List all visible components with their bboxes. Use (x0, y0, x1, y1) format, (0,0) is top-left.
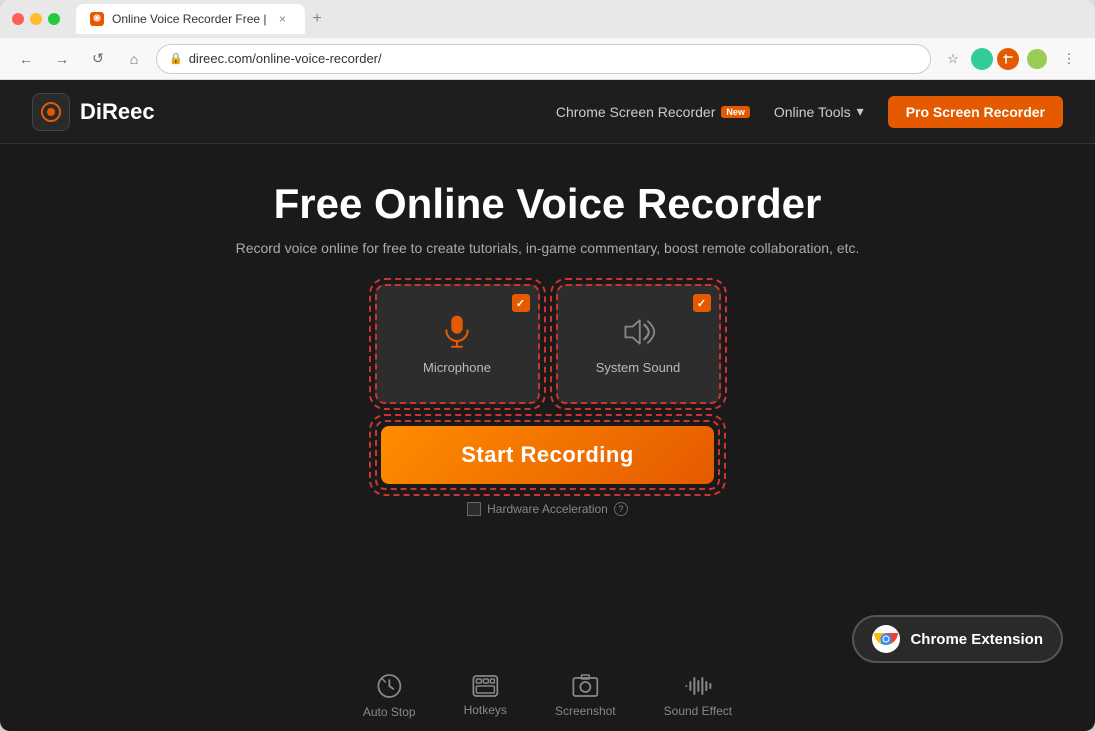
sound-effect-item[interactable]: Sound Effect (664, 674, 733, 718)
main-subtitle: Record voice online for free to create t… (236, 240, 860, 256)
profile-button[interactable] (1023, 45, 1051, 73)
main-title: Free Online Voice Recorder (274, 180, 822, 228)
traffic-lights (12, 13, 60, 25)
title-bar: Online Voice Recorder Free | × + (0, 0, 1095, 38)
auto-stop-icon (376, 673, 402, 699)
chrome-screen-recorder-label: Chrome Screen Recorder (556, 104, 716, 120)
url-text: direec.com/online-voice-recorder/ (189, 51, 382, 66)
new-badge: New (721, 106, 750, 118)
hotkeys-item[interactable]: Hotkeys (464, 675, 507, 717)
maximize-button[interactable] (48, 13, 60, 25)
system-sound-check (693, 294, 711, 312)
hw-accel-help-icon[interactable]: ? (614, 502, 628, 516)
pro-screen-recorder-button[interactable]: Pro Screen Recorder (888, 96, 1063, 128)
screenshot-icon (572, 674, 598, 698)
tab-close-btn[interactable]: × (275, 11, 291, 27)
extensions-button[interactable] (997, 48, 1019, 70)
refresh-button[interactable]: ↺ (84, 45, 112, 73)
profile-avatar[interactable] (971, 48, 993, 70)
main-content: Free Online Voice Recorder Record voice … (0, 144, 1095, 552)
logo-text: DiReec (80, 99, 155, 125)
online-tools-nav[interactable]: Online Tools ▾ (774, 103, 864, 120)
nav-actions: ☆ ⋮ (939, 45, 1083, 73)
logo-area: DiReec (32, 93, 155, 131)
minimize-button[interactable] (30, 13, 42, 25)
bookmark-button[interactable]: ☆ (939, 45, 967, 73)
hw-accel-checkbox[interactable] (467, 502, 481, 516)
bottom-icons: Auto Stop Hotkeys Screenshot (363, 673, 732, 719)
logo-icon (32, 93, 70, 131)
tab-favicon (90, 12, 104, 26)
dropdown-icon: ▾ (857, 103, 864, 120)
start-recording-wrapper: Start Recording (375, 420, 720, 490)
new-tab-button[interactable]: + (305, 6, 330, 32)
hardware-acceleration-area: Hardware Acceleration ? (467, 502, 628, 516)
auto-stop-label: Auto Stop (363, 705, 416, 719)
online-tools-label: Online Tools (774, 104, 851, 120)
speaker-icon (620, 314, 656, 350)
website-content: DiReec Chrome Screen Recorder New Online… (0, 80, 1095, 731)
recording-options: Microphone System Sound (375, 284, 721, 404)
screenshot-item[interactable]: Screenshot (555, 674, 616, 718)
sound-effect-icon (684, 674, 712, 698)
back-button[interactable]: ← (12, 45, 40, 73)
close-button[interactable] (12, 13, 24, 25)
chrome-extension-button[interactable]: Chrome Extension (852, 615, 1063, 663)
tab-bar: Online Voice Recorder Free | × + (76, 4, 1083, 34)
auto-stop-item[interactable]: Auto Stop (363, 673, 416, 719)
lock-icon: 🔒 (169, 52, 183, 65)
site-nav: Chrome Screen Recorder New Online Tools … (556, 96, 1063, 128)
nav-bar: ← → ↺ ⌂ 🔒 direec.com/online-voice-record… (0, 38, 1095, 80)
screenshot-label: Screenshot (555, 704, 616, 718)
menu-button[interactable]: ⋮ (1055, 45, 1083, 73)
start-recording-button[interactable]: Start Recording (381, 426, 714, 484)
hw-accel-label: Hardware Acceleration (487, 502, 608, 516)
chrome-extension-label: Chrome Extension (910, 631, 1043, 648)
microphone-option[interactable]: Microphone (375, 284, 540, 404)
chrome-logo-icon (872, 625, 900, 653)
forward-button[interactable]: → (48, 45, 76, 73)
site-header: DiReec Chrome Screen Recorder New Online… (0, 80, 1095, 144)
hotkeys-label: Hotkeys (464, 703, 507, 717)
sound-effect-label: Sound Effect (664, 704, 733, 718)
home-button[interactable]: ⌂ (120, 45, 148, 73)
address-bar[interactable]: 🔒 direec.com/online-voice-recorder/ (156, 44, 931, 74)
microphone-check (512, 294, 530, 312)
microphone-icon (439, 314, 475, 350)
active-tab[interactable]: Online Voice Recorder Free | × (76, 4, 305, 34)
browser-frame: Online Voice Recorder Free | × + ← → ↺ ⌂… (0, 0, 1095, 731)
chrome-screen-recorder-nav[interactable]: Chrome Screen Recorder New (556, 104, 750, 120)
tab-title: Online Voice Recorder Free | (112, 12, 267, 26)
system-sound-option[interactable]: System Sound (556, 284, 721, 404)
hotkeys-icon (472, 675, 498, 697)
microphone-label: Microphone (423, 360, 491, 375)
system-sound-label: System Sound (596, 360, 681, 375)
